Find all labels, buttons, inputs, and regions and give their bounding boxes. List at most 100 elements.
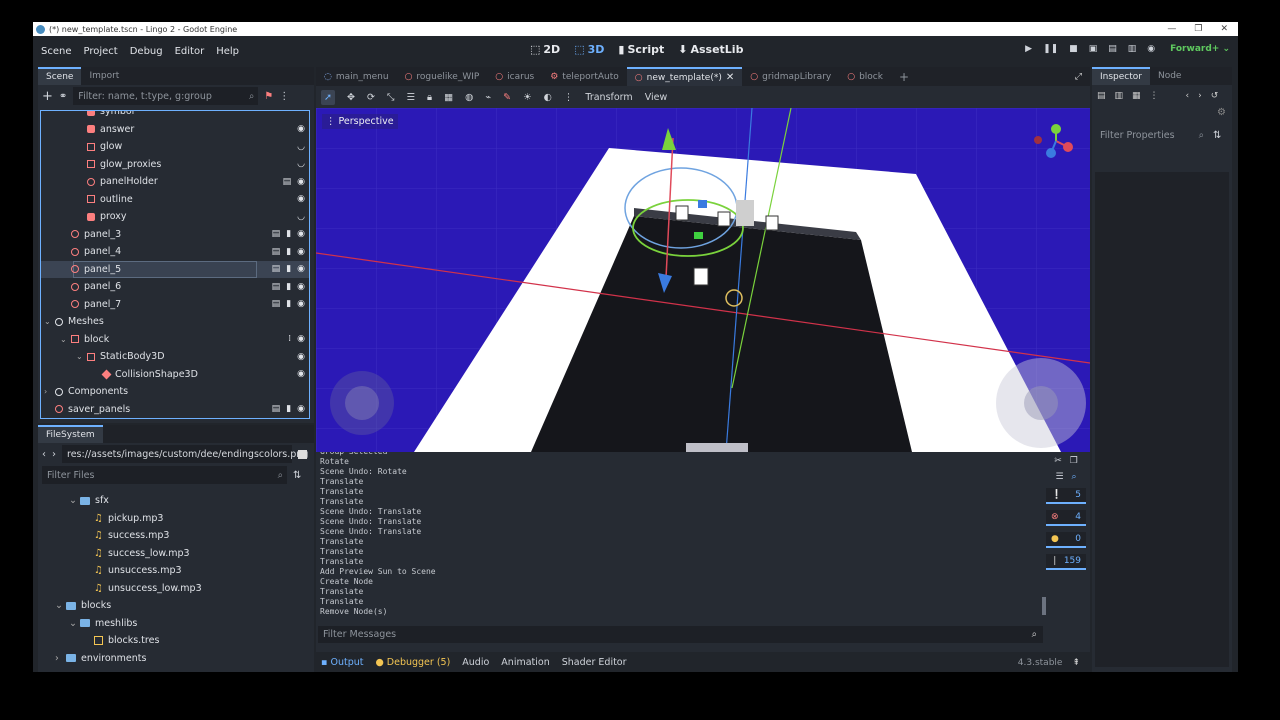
visibility-icon[interactable]: ◉ [297,334,305,344]
expanded-arrow-icon[interactable]: ⌄ [69,618,77,629]
menu-debug[interactable]: Debug [130,46,163,57]
tab-import[interactable]: Import [81,67,127,85]
restore-icon[interactable]: ❐ [1194,24,1202,34]
tree-node[interactable]: CollisionShape3D ◉ [41,366,309,384]
expanded-arrow-icon[interactable]: ⌄ [60,335,67,344]
expand-panel-icon[interactable]: ⇞ [1072,658,1080,668]
minimize-icon[interactable]: — [1167,24,1176,34]
properties-options-icon[interactable]: ⇅ [1213,130,1221,141]
script-icon[interactable]: ▮ [286,264,291,274]
renderer-select[interactable]: Forward+ ⌄ [1170,44,1230,54]
file-item[interactable]: ⌄ meshlibs [52,615,302,633]
file-item[interactable]: ♫ unsuccess.mp3 [52,562,302,580]
scene-tab[interactable]: ○ icarus [487,67,542,86]
close-tab-icon[interactable]: ✕ [726,72,734,83]
tree-node[interactable]: ⌄ block ⁞ ◉ [41,331,309,349]
file-item[interactable]: ♫ success_low.mp3 [52,545,302,563]
play-scene-icon[interactable]: ▤ [1108,44,1117,54]
link-icon[interactable]: ⚭ [59,91,67,102]
warnings-toggle[interactable]: ● 0 [1046,532,1086,548]
file-item[interactable]: blocks.tres [52,632,302,650]
search-log-icon[interactable]: ⌕ [1072,472,1077,482]
collapsed-arrow-icon[interactable]: › [44,387,47,396]
scene-tab[interactable]: ○ new_template(*) ✕ [626,67,743,86]
bone-icon[interactable]: ✎ [503,92,511,103]
filter-messages-input[interactable]: Filter Messages ⌕ [318,626,1043,643]
visibility-icon[interactable]: ◉ [297,177,305,187]
file-item[interactable]: › environments [52,650,302,668]
scene-tab[interactable]: ○ block [839,67,891,86]
transform-menu[interactable]: Transform [585,92,632,103]
visibility-icon[interactable]: ◉ [297,264,305,274]
editor-messages-toggle[interactable]: ❘ 159 [1046,554,1086,570]
expanded-arrow-icon[interactable]: ⌄ [76,352,83,361]
log-scrollbar[interactable] [1042,597,1046,615]
environment-preview-icon[interactable]: ◐ [544,92,552,103]
clapper-icon[interactable]: ▤ [272,247,281,257]
visibility-icon[interactable]: ◉ [297,194,305,204]
tree-node[interactable]: panel_3 ▤ ▮ ◉ [41,226,309,244]
3d-viewport[interactable]: ⋮ Perspective [316,108,1090,452]
bottom-tab-1[interactable]: ● Debugger (5) [375,657,450,668]
scene-filter-input[interactable]: Filter: name, t:type, g:group ⌕ [73,87,259,105]
history-forward-icon[interactable]: › [1198,91,1202,101]
open-resource-icon[interactable]: ▥ [1115,91,1124,101]
file-item[interactable]: ⌄ sfx [52,492,302,510]
scene-tab[interactable]: ◌ main_menu [316,67,397,86]
workspace-2d[interactable]: ⬚ 2D [530,43,560,56]
view-menu[interactable]: View [645,92,668,103]
sun-preview-icon[interactable]: ☀ [523,92,532,103]
script-icon[interactable]: ▮ [286,229,291,239]
distraction-free-icon[interactable]: ⤢ [1067,67,1090,86]
hidden-icon[interactable]: ◡ [297,142,305,152]
errors-toggle[interactable]: ⊗ 4 [1046,510,1086,526]
collapse-icon[interactable]: ☰ [1055,472,1063,482]
visibility-icon[interactable]: ◉ [297,352,305,362]
tree-node[interactable]: panel_5 ▤ ▮ ◉ [41,260,309,278]
messages-toggle[interactable]: ❕ 5 [1046,488,1086,504]
save-resource-icon[interactable]: ▦ [1132,91,1141,101]
tree-node[interactable]: outline ◉ [41,191,309,209]
clapper-icon[interactable]: ▤ [272,299,281,309]
tab-filesystem[interactable]: FileSystem [38,425,103,443]
workspace-assetlib[interactable]: ⬇ AssetLib [678,43,743,56]
tree-node[interactable]: › Components [41,383,309,401]
script-icon[interactable]: ▮ [286,299,291,309]
tree-node[interactable]: proxy ◡ [41,208,309,226]
tree-node[interactable]: panel_6 ▤ ▮ ◉ [41,278,309,296]
group-icon[interactable]: ▦ [444,92,453,103]
bottom-tab-2[interactable]: Audio [462,657,489,668]
rotate-tool-icon[interactable]: ⟳ [367,92,375,103]
more-icon[interactable]: ⋮ [564,92,574,103]
tree-node[interactable]: panel_4 ▤ ▮ ◉ [41,243,309,261]
visibility-icon[interactable]: ◉ [297,229,305,239]
path-field[interactable]: res://assets/images/custom/dee/endingsco… [62,445,308,463]
scene-tab[interactable]: ⚙ teleportAuto [542,67,627,86]
play-custom-icon[interactable]: ▥ [1128,44,1137,54]
tree-node[interactable]: answer ◉ [41,121,309,139]
scale-tool-icon[interactable]: ⤡ [387,92,395,103]
clear-log-icon[interactable]: ✂ [1054,456,1062,466]
history-icon[interactable]: ↺ [1211,91,1219,101]
close-window-icon[interactable]: ✕ [1220,24,1228,34]
menu-project[interactable]: Project [84,46,118,57]
expanded-arrow-icon[interactable]: ⌄ [44,317,51,326]
script-icon[interactable]: ▮ [286,282,291,292]
tree-node[interactable]: symbol [41,111,309,121]
visibility-icon[interactable]: ◉ [297,247,305,257]
menu-editor[interactable]: Editor [175,46,205,57]
tree-node[interactable]: saver_panels ▤ ▮ ◉ [41,401,309,419]
files-filter-input[interactable]: Filter Files ⌕ [42,466,287,484]
add-node-icon[interactable]: + [42,89,53,104]
clapper-icon[interactable]: ▤ [272,282,281,292]
scene-tab[interactable]: ○ roguelike_WIP [397,67,488,86]
move-tool-icon[interactable]: ✥ [347,92,355,103]
filter-options-icon[interactable]: ⚑ [264,91,273,102]
pause-icon[interactable]: ❚❚ [1043,44,1058,54]
lock-icon[interactable]: 🔒︎ [427,92,432,103]
tree-node[interactable]: glow ◡ [41,138,309,156]
play-icon[interactable]: ▶ [1025,44,1032,54]
workspace-3d[interactable]: ⬚ 3D [574,43,604,56]
tree-node[interactable]: panelHolder ▤ ◉ [41,173,309,191]
clapper-icon[interactable]: ▤ [272,264,281,274]
